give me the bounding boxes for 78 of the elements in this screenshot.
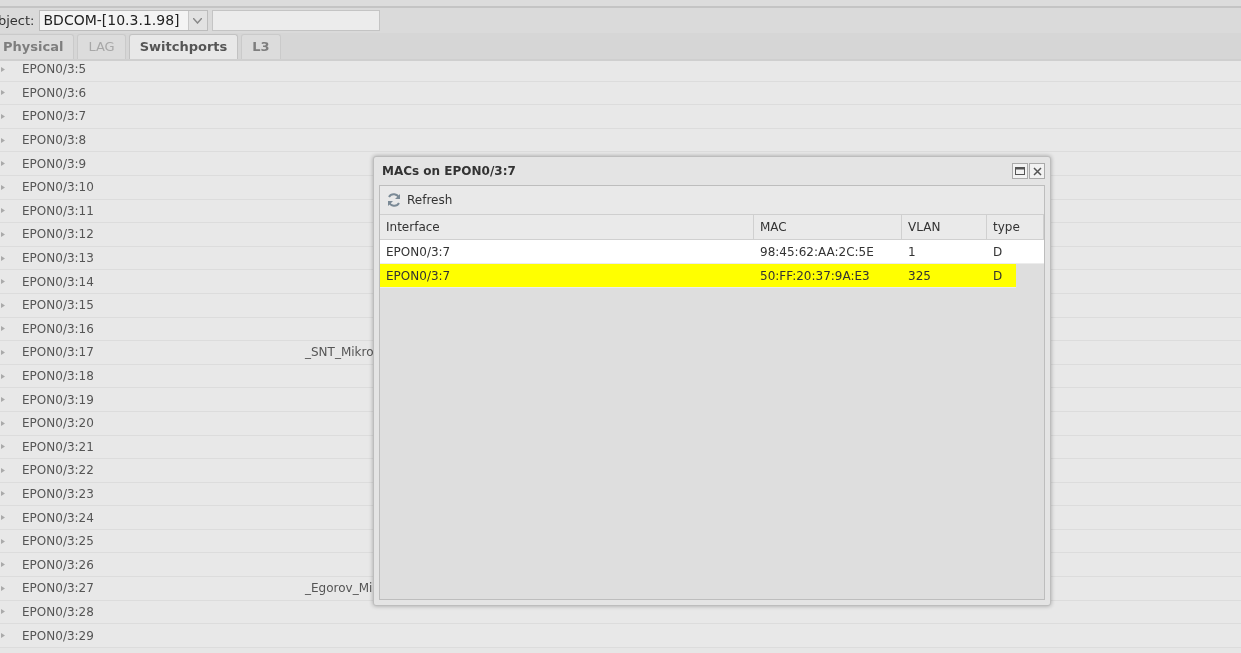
column-header[interactable]: type — [987, 215, 1044, 239]
port-name: EPON0/3:22 — [22, 462, 95, 480]
port-name: EPON0/3:12 — [22, 226, 95, 244]
port-name: EPON0/3:25 — [22, 533, 95, 551]
expand-arrow-icon[interactable] — [1, 467, 5, 473]
column-header[interactable]: Interface — [380, 215, 754, 239]
table-cell-text: D — [992, 243, 1004, 261]
mac-row[interactable]: EPON0/3:7 50:FF:20:37:9A:E3 325 D — [380, 264, 1016, 288]
expand-arrow-icon[interactable] — [1, 538, 5, 544]
port-name: EPON0/3:13 — [22, 250, 95, 268]
column-header[interactable]: VLAN — [902, 215, 987, 239]
port-name: EPON0/3:19 — [22, 391, 95, 409]
table-cell-text: EPON0/3:7 — [385, 243, 452, 261]
expand-arrow-icon[interactable] — [1, 66, 5, 72]
port-name: EPON0/3:18 — [22, 368, 95, 385]
port-name: EPON0/3:17 — [22, 344, 95, 362]
expand-arrow-icon[interactable] — [1, 255, 5, 261]
column-header[interactable]: MAC — [754, 215, 902, 239]
expand-arrow-icon[interactable] — [1, 90, 5, 96]
refresh-icon — [386, 192, 402, 208]
table-cell-text: EPON0/3:7 — [385, 267, 452, 285]
expand-arrow-icon[interactable] — [1, 420, 5, 426]
expand-arrow-icon[interactable] — [1, 491, 5, 497]
port-name: EPON0/3:20 — [22, 415, 95, 433]
port-description: _Egorov_Mi — [305, 580, 373, 598]
expand-arrow-icon[interactable] — [1, 397, 5, 403]
close-button[interactable] — [1029, 163, 1045, 179]
port-description: _SNT_Mikro — [305, 344, 374, 362]
expand-arrow-icon[interactable] — [1, 585, 5, 591]
expand-arrow-icon[interactable] — [1, 326, 5, 332]
table-cell-text: 98:45:62:AA:2C:5E — [759, 243, 875, 261]
dropdown-caret-icon — [187, 11, 207, 30]
dialog-title: MACs on EPON0/3:7 — [381, 163, 517, 180]
object-select[interactable]: BDCOM-[10.3.1.98] — [38, 10, 208, 31]
expand-arrow-icon[interactable] — [1, 633, 5, 639]
table-cell-text: D — [992, 267, 1004, 285]
port-name: EPON0/3:27 — [22, 580, 95, 598]
expand-arrow-icon[interactable] — [1, 349, 5, 355]
expand-arrow-icon[interactable] — [1, 279, 5, 285]
port-name: EPON0/3:7 — [22, 108, 88, 126]
port-name: EPON0/3:16 — [22, 320, 95, 338]
object-label: bject: — [0, 11, 35, 30]
port-name: EPON0/3:15 — [22, 297, 95, 315]
table-cell-text: 1 — [907, 243, 917, 261]
port-name: EPON0/3:11 — [22, 202, 95, 220]
expand-arrow-icon[interactable] — [1, 562, 5, 568]
table-cell-text: 50:FF:20:37:9A:E3 — [759, 267, 871, 285]
port-name: EPON0/3:24 — [22, 509, 95, 527]
expand-arrow-icon[interactable] — [1, 208, 5, 214]
port-name: EPON0/3:10 — [22, 179, 95, 197]
expand-arrow-icon[interactable] — [1, 137, 5, 143]
port-name: EPON0/3:14 — [22, 273, 95, 291]
port-name: EPON0/3:23 — [22, 486, 95, 503]
expand-arrow-icon[interactable] — [1, 114, 5, 119]
expand-arrow-icon[interactable] — [1, 609, 5, 615]
table-cell-text: 325 — [907, 267, 932, 285]
expand-arrow-icon[interactable] — [1, 373, 5, 379]
port-name: EPON0/3:5 — [22, 61, 88, 79]
expand-arrow-icon[interactable] — [1, 231, 5, 237]
maximize-icon — [1015, 167, 1025, 175]
port-name: EPON0/3:6 — [22, 84, 88, 102]
close-icon — [1032, 166, 1042, 176]
expand-arrow-icon[interactable] — [1, 444, 5, 450]
expand-arrow-icon[interactable] — [1, 302, 5, 308]
maximize-button[interactable] — [1012, 163, 1028, 179]
port-name: EPON0/3:8 — [22, 132, 88, 150]
port-name: EPON0/3:26 — [22, 556, 95, 574]
port-name: EPON0/3:29 — [22, 627, 95, 645]
refresh-button[interactable]: Refresh — [386, 191, 453, 209]
port-name: EPON0/3:9 — [22, 155, 88, 173]
filter-field[interactable] — [211, 10, 380, 31]
mac-row[interactable]: EPON0/3:7 98:45:62:AA:2C:5E 1 D — [380, 240, 1044, 264]
expand-arrow-icon[interactable] — [1, 515, 5, 521]
port-name: EPON0/3:21 — [22, 438, 95, 456]
expand-arrow-icon[interactable] — [1, 161, 5, 167]
tab[interactable]: Switchports — [128, 34, 239, 59]
expand-arrow-icon[interactable] — [1, 184, 5, 190]
port-name: EPON0/3:28 — [22, 603, 95, 621]
